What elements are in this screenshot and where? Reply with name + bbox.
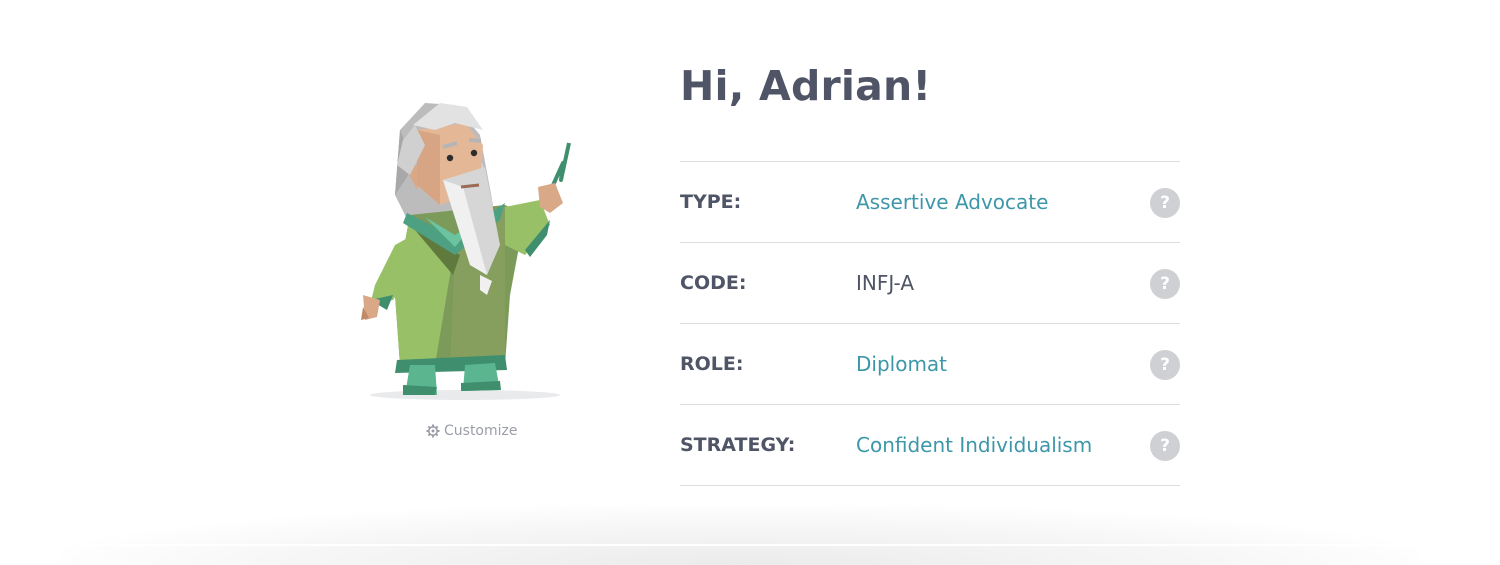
code-label: CODE: <box>680 272 747 294</box>
customize-button[interactable]: Customize <box>426 423 518 439</box>
strategy-help-icon[interactable]: ? <box>1150 431 1180 461</box>
wizard-avatar-icon <box>361 103 571 400</box>
type-help-icon[interactable]: ? <box>1150 188 1180 218</box>
code-help-icon[interactable]: ? <box>1150 269 1180 299</box>
strategy-label: STRATEGY: <box>680 434 796 456</box>
role-help-icon[interactable]: ? <box>1150 350 1180 380</box>
page-title: Hi, Adrian! <box>680 62 932 110</box>
code-value: INFJ-A <box>856 271 915 295</box>
avatar-illustration <box>355 95 585 415</box>
type-value-link[interactable]: Assertive Advocate <box>856 190 1048 214</box>
info-row-role: ROLE: Diplomat ? <box>680 324 1180 405</box>
personality-info-table: TYPE: Assertive Advocate ? CODE: INFJ-A … <box>680 161 1180 486</box>
role-label: ROLE: <box>680 353 744 375</box>
strategy-value-link[interactable]: Confident Individualism <box>856 433 1092 457</box>
info-row-code: CODE: INFJ-A ? <box>680 243 1180 324</box>
info-row-type: TYPE: Assertive Advocate ? <box>680 162 1180 243</box>
role-value-link[interactable]: Diplomat <box>856 352 947 376</box>
info-row-strategy: STRATEGY: Confident Individualism ? <box>680 405 1180 486</box>
gear-icon <box>426 424 440 438</box>
customize-label: Customize <box>444 423 518 439</box>
type-label: TYPE: <box>680 191 742 213</box>
lower-panel-shadow <box>60 505 1420 565</box>
